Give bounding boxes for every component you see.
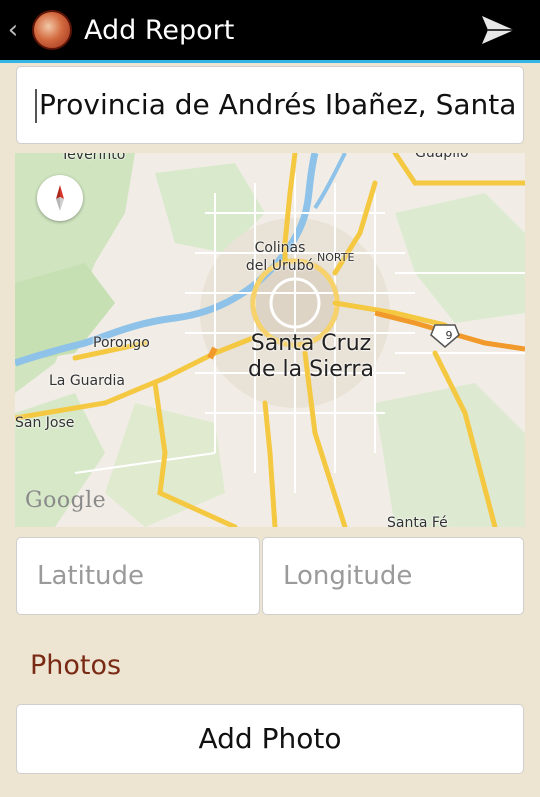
app-logo-icon[interactable] bbox=[32, 10, 72, 50]
compass-icon[interactable] bbox=[37, 175, 83, 221]
map-label-san-jose: San Jose bbox=[15, 415, 75, 431]
photos-heading: Photos bbox=[30, 650, 122, 681]
map-label-colinas: Colinas del Urubó bbox=[245, 240, 315, 274]
map-label-santa-fe: Santa Fé bbox=[387, 515, 448, 527]
address-value: Provincia de Andrés Ibañez, Santa C bbox=[39, 88, 524, 121]
back-chevron-icon[interactable]: ‹ bbox=[0, 0, 26, 60]
text-cursor bbox=[35, 89, 37, 123]
address-field[interactable]: Provincia de Andrés Ibañez, Santa C bbox=[16, 66, 524, 144]
map-label-norte: NORTE bbox=[317, 251, 355, 264]
map-label-teverinto: Teverinto bbox=[61, 153, 126, 163]
latitude-input[interactable] bbox=[17, 538, 259, 614]
longitude-input[interactable] bbox=[263, 538, 523, 614]
longitude-field-container bbox=[262, 537, 524, 615]
route-9-label: 9 bbox=[445, 329, 453, 342]
map-view[interactable]: Teverinto Guapilo Colinas del Urubó NORT… bbox=[15, 153, 525, 527]
action-bar: ‹ Add Report bbox=[0, 0, 540, 63]
send-icon[interactable] bbox=[480, 12, 516, 48]
map-label-top-right: Guapilo bbox=[415, 153, 469, 161]
latitude-field-container bbox=[16, 537, 260, 615]
add-photo-button[interactable]: Add Photo bbox=[16, 704, 524, 774]
map-label-santa-cruz: Santa Cruz de la Sierra bbox=[248, 331, 374, 382]
map-label-la-guardia: La Guardia bbox=[49, 373, 125, 389]
google-attribution: Google bbox=[25, 488, 107, 513]
page-title: Add Report bbox=[84, 14, 235, 46]
map-label-porongo: Porongo bbox=[93, 335, 150, 351]
